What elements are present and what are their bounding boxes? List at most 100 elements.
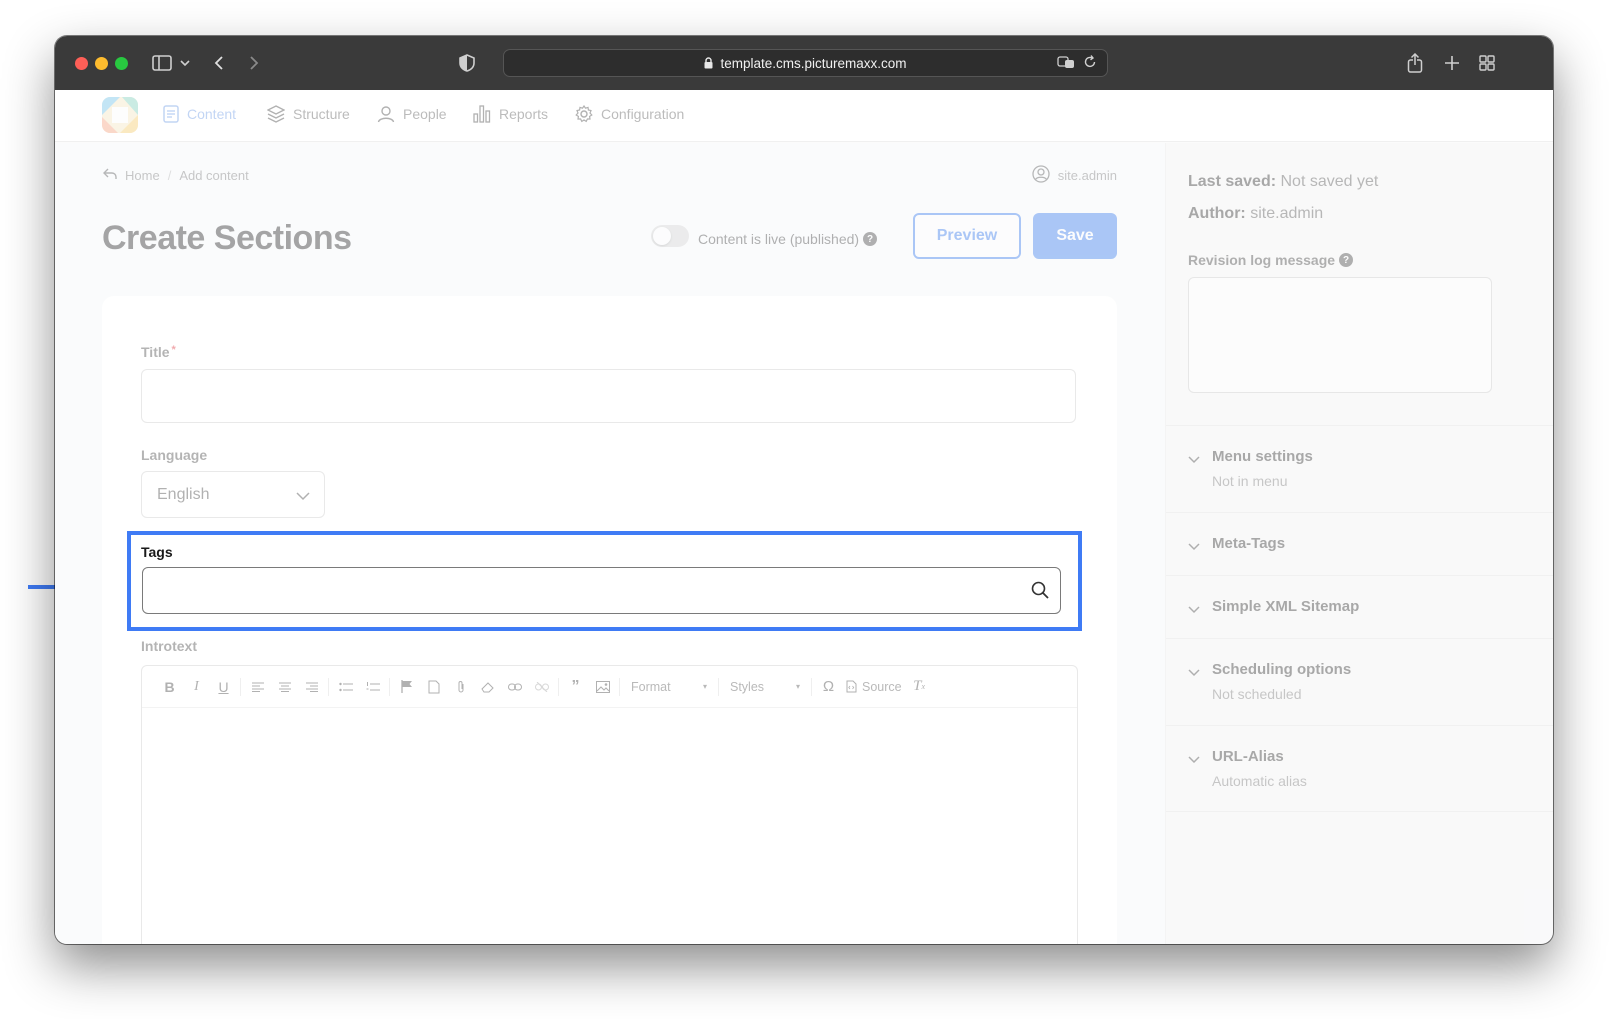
sidebar-toggle-icon[interactable] — [150, 50, 174, 76]
nav-item-label: Configuration — [601, 106, 685, 122]
numbered-list-icon[interactable] — [359, 675, 386, 699]
translate-icon[interactable] — [1057, 55, 1075, 72]
chevron-down-icon — [1188, 538, 1200, 556]
unlink-icon[interactable] — [528, 675, 555, 699]
forward-icon[interactable] — [245, 50, 263, 76]
tab-overview-icon[interactable] — [1475, 50, 1499, 76]
eraser-icon[interactable] — [474, 675, 501, 699]
publish-toggle[interactable] — [651, 225, 689, 247]
introtext-field-label: Introtext — [141, 638, 197, 654]
search-icon[interactable] — [1031, 581, 1049, 604]
tags-highlight-box: Tags — [127, 531, 1082, 631]
accordion-url-alias[interactable]: URL-Alias Automatic alias — [1166, 725, 1553, 812]
nav-item-configuration[interactable]: Configuration — [575, 105, 684, 123]
preview-button[interactable]: Preview — [913, 213, 1021, 259]
nav-item-label: People — [403, 106, 447, 122]
document-icon — [163, 105, 179, 123]
chevron-down-icon — [1188, 751, 1200, 769]
breadcrumb-current: Add content — [179, 168, 249, 183]
image-icon[interactable] — [589, 675, 616, 699]
language-value: English — [157, 486, 210, 503]
last-saved: Last saved: Not saved yet — [1188, 173, 1379, 190]
page-title: Create Sections — [102, 219, 352, 257]
share-icon[interactable] — [1403, 50, 1427, 76]
help-icon[interactable]: ? — [863, 232, 878, 246]
cms-logo[interactable] — [102, 97, 138, 133]
source-button[interactable]: Source — [842, 675, 906, 699]
nav-item-label: Structure — [293, 106, 350, 122]
chevron-down-icon — [1188, 601, 1200, 619]
accordion-xml-sitemap[interactable]: Simple XML Sitemap — [1166, 575, 1553, 638]
maximize-window-button[interactable] — [115, 57, 128, 70]
user-circle-icon — [1032, 165, 1050, 186]
tags-input[interactable] — [142, 567, 1061, 614]
introtext-editor[interactable]: B I U ” Format ▾ Styles ▾ Ω Source T x — [141, 665, 1078, 944]
italic-icon[interactable]: I — [183, 675, 210, 699]
sidebar: Last saved: Not saved yet Author: site.a… — [1165, 143, 1553, 944]
attachment-icon[interactable] — [447, 675, 474, 699]
back-icon[interactable] — [210, 50, 228, 76]
cms-top-nav: Content Structure People Reports Configu… — [55, 90, 1553, 142]
new-tab-icon[interactable] — [1440, 50, 1464, 76]
user-name: site.admin — [1057, 168, 1117, 183]
remove-format-icon[interactable]: Tx — [906, 675, 933, 699]
breadcrumb-home[interactable]: Home — [125, 168, 160, 183]
chevron-down-icon[interactable] — [178, 50, 192, 76]
language-select[interactable]: English — [141, 471, 325, 518]
bold-icon[interactable]: B — [156, 675, 183, 699]
minimize-window-button[interactable] — [95, 57, 108, 70]
special-character-icon[interactable]: Ω — [815, 675, 842, 699]
chevron-down-icon — [296, 488, 310, 506]
align-left-icon[interactable] — [244, 675, 271, 699]
blockquote-icon[interactable]: ” — [562, 675, 589, 699]
browser-window: template.cms.picturemaxx.com Content Str… — [55, 36, 1553, 944]
bar-chart-icon — [473, 105, 491, 123]
file-icon[interactable] — [420, 675, 447, 699]
browser-toolbar: template.cms.picturemaxx.com — [55, 36, 1553, 90]
revision-log-textarea[interactable] — [1188, 277, 1492, 393]
chevron-down-icon — [1188, 451, 1200, 469]
help-icon[interactable]: ? — [1339, 253, 1354, 267]
title-field-label: Title * — [141, 344, 176, 360]
back-arrow-icon[interactable] — [103, 168, 117, 183]
reload-icon[interactable] — [1083, 55, 1097, 72]
language-field-label: Language — [141, 447, 208, 463]
required-marker: * — [171, 344, 176, 356]
breadcrumb: Home / Add content — [103, 168, 249, 183]
underline-icon[interactable]: U — [210, 675, 237, 699]
styles-dropdown[interactable]: Styles ▾ — [722, 675, 808, 699]
title-input[interactable] — [141, 369, 1076, 423]
source-icon — [846, 680, 857, 693]
person-icon — [377, 105, 395, 123]
shield-icon[interactable] — [457, 50, 477, 76]
breadcrumb-separator: / — [167, 168, 172, 183]
author: Author: site.admin — [1188, 205, 1324, 222]
accordion-scheduling-options[interactable]: Scheduling options Not scheduled — [1166, 638, 1553, 725]
editor-toolbar: B I U ” Format ▾ Styles ▾ Ω Source T x — [142, 666, 1077, 708]
format-dropdown[interactable]: Format ▾ — [623, 675, 715, 699]
publish-label: Content is live (published) ? — [698, 231, 878, 247]
accordion-meta-tags[interactable]: Meta-Tags — [1166, 512, 1553, 575]
align-center-icon[interactable] — [271, 675, 298, 699]
nav-item-content[interactable]: Content — [163, 105, 236, 123]
nav-item-label: Content — [187, 106, 237, 122]
lock-icon — [704, 57, 713, 69]
flag-icon[interactable] — [393, 675, 420, 699]
nav-item-people[interactable]: People — [377, 105, 447, 123]
nav-item-label: Reports — [499, 106, 549, 122]
nav-item-reports[interactable]: Reports — [473, 105, 548, 123]
link-icon[interactable] — [501, 675, 528, 699]
save-button[interactable]: Save — [1033, 213, 1117, 259]
caret-down-icon: ▾ — [702, 682, 707, 691]
align-right-icon[interactable] — [298, 675, 325, 699]
url-text: template.cms.picturemaxx.com — [720, 55, 907, 71]
nav-item-structure[interactable]: Structure — [267, 105, 350, 123]
accordion-menu-settings[interactable]: Menu settings Not in menu — [1166, 425, 1553, 512]
bulleted-list-icon[interactable] — [332, 675, 359, 699]
close-window-button[interactable] — [75, 57, 88, 70]
layers-icon — [267, 105, 285, 123]
address-bar[interactable]: template.cms.picturemaxx.com — [503, 49, 1108, 77]
user-menu[interactable]: site.admin — [1032, 165, 1117, 186]
revision-log-label: Revision log message ? — [1188, 252, 1354, 268]
tags-field-label: Tags — [141, 544, 173, 560]
